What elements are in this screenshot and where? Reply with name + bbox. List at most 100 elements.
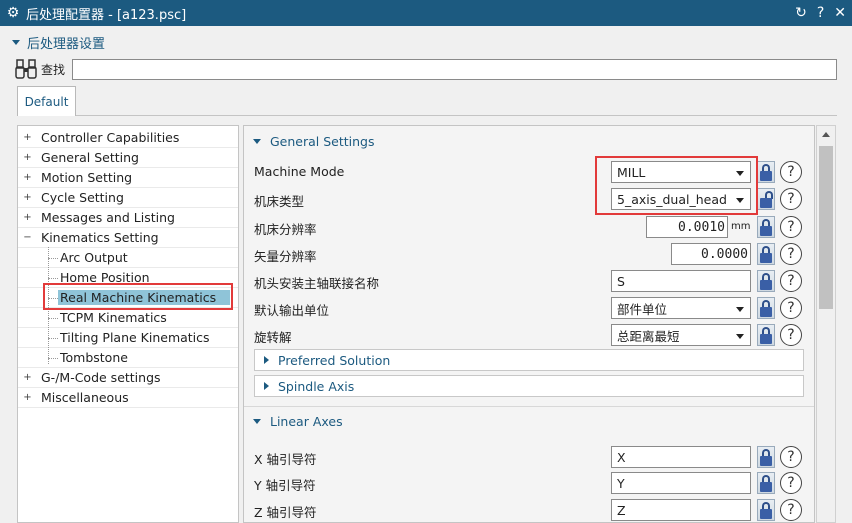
tree-guide-branch: [48, 318, 58, 319]
subgroup-preferred-solution[interactable]: Preferred Solution: [254, 349, 804, 371]
z-axis-leader-input[interactable]: Z: [611, 499, 751, 521]
group-header-linear-axes[interactable]: Linear Axes: [244, 407, 814, 435]
help-icon[interactable]: ?: [780, 243, 802, 265]
lock-icon[interactable]: [757, 270, 775, 292]
tree-item-label: G-/M-Code settings: [41, 370, 161, 385]
default-output-unit-label: 默认输出单位: [254, 303, 330, 318]
tree-item-label: TCPM Kinematics: [60, 310, 167, 325]
default-output-unit-select[interactable]: 部件单位: [611, 297, 751, 319]
group-title: General Settings: [270, 133, 375, 149]
unlock-icon[interactable]: [757, 188, 775, 210]
tree-item-kinematics-setting[interactable]: − Kinematics Setting: [18, 228, 238, 248]
tab-default[interactable]: Default: [17, 86, 76, 116]
help-icon[interactable]: ?: [780, 446, 802, 468]
tree-item-controller-capabilities[interactable]: + Controller Capabilities: [18, 128, 238, 148]
y-axis-leader-label: Y 轴引导符: [254, 478, 316, 493]
help-icon[interactable]: ?: [780, 161, 802, 183]
lock-icon[interactable]: [757, 324, 775, 346]
tree-guide-branch: [48, 278, 58, 279]
tree-item-miscellaneous[interactable]: + Miscellaneous: [18, 388, 238, 408]
tree-guide-branch: [48, 298, 58, 299]
tree-item-label: Controller Capabilities: [41, 130, 180, 145]
tab-divider: [76, 115, 837, 116]
tree-item-messages-and-listing[interactable]: + Messages and Listing: [18, 208, 238, 228]
panel-scrollbar[interactable]: [816, 125, 836, 523]
tree-item-label: Messages and Listing: [41, 210, 175, 225]
expand-icon[interactable]: +: [23, 373, 32, 383]
help-icon[interactable]: ?: [780, 188, 802, 210]
tree-guide-line: [48, 247, 49, 364]
lock-icon[interactable]: [757, 446, 775, 468]
z-axis-leader-label: Z 轴引导符: [254, 505, 317, 520]
machine-type-select[interactable]: 5_axis_dual_head: [611, 188, 751, 210]
tree-item-label: Cycle Setting: [41, 190, 124, 205]
tree-item-label: General Setting: [41, 150, 139, 165]
help-icon[interactable]: ?: [780, 297, 802, 319]
help-icon[interactable]: ?: [780, 270, 802, 292]
group-title: Linear Axes: [270, 413, 343, 429]
expand-icon[interactable]: +: [23, 133, 32, 143]
tree-item-general-setting[interactable]: + General Setting: [18, 148, 238, 168]
window-title: 后处理配置器 - [a123.psc]: [26, 7, 187, 23]
tree-item-label: Kinematics Setting: [41, 230, 159, 245]
search-input[interactable]: [72, 59, 837, 80]
lock-icon[interactable]: [757, 216, 775, 238]
tree-item-label: Miscellaneous: [41, 390, 129, 405]
tree-item-label: Tilting Plane Kinematics: [60, 330, 210, 345]
expand-icon[interactable]: +: [23, 173, 32, 183]
tree-item-cycle-setting[interactable]: + Cycle Setting: [18, 188, 238, 208]
subgroup-title: Spindle Axis: [278, 378, 355, 394]
tree-guide-branch: [48, 258, 58, 259]
rotary-solution-select[interactable]: 总距离最短: [611, 324, 751, 346]
scrollbar-thumb[interactable]: [819, 146, 833, 309]
collapse-icon[interactable]: −: [23, 233, 32, 243]
machine-mode-select[interactable]: MILL: [611, 161, 751, 183]
find-row: 查找: [14, 58, 65, 80]
machine-resolution-input[interactable]: 0.0010: [646, 216, 728, 238]
lock-icon[interactable]: [757, 243, 775, 265]
collapse-triangle-icon: [253, 418, 261, 424]
help-icon[interactable]: ?: [780, 216, 802, 238]
help-icon[interactable]: ?: [780, 472, 802, 494]
expand-triangle-icon: [264, 356, 269, 364]
reset-icon[interactable]: ↻: [795, 5, 807, 21]
tree-item-label: Home Position: [60, 270, 150, 285]
scroll-up-arrow-icon[interactable]: [822, 132, 830, 137]
expand-icon[interactable]: +: [23, 393, 32, 403]
tree-guide-branch: [48, 338, 58, 339]
y-axis-leader-input[interactable]: Y: [611, 472, 751, 494]
subgroup-spindle-axis[interactable]: Spindle Axis: [254, 375, 804, 397]
unit-label: mm: [731, 221, 751, 232]
help-icon[interactable]: ?: [780, 499, 802, 521]
expand-icon[interactable]: +: [23, 213, 32, 223]
binoculars-icon: [14, 58, 40, 80]
settings-panel: General Settings Machine Mode MILL ? 机床类…: [243, 125, 815, 523]
collapse-triangle-icon: [253, 138, 261, 144]
head-spindle-name-label: 机头安装主轴联接名称: [254, 276, 380, 291]
help-icon[interactable]: ?: [817, 5, 824, 21]
lock-icon[interactable]: [757, 161, 775, 183]
tree-item-motion-setting[interactable]: + Motion Setting: [18, 168, 238, 188]
expand-icon[interactable]: +: [23, 153, 32, 163]
vector-resolution-input[interactable]: 0.0000: [671, 243, 751, 265]
expand-triangle-icon: [264, 382, 269, 390]
machine-resolution-label: 机床分辨率: [254, 222, 317, 237]
x-axis-leader-input[interactable]: X: [611, 446, 751, 468]
head-spindle-name-input[interactable]: S: [611, 270, 751, 292]
lock-icon[interactable]: [757, 499, 775, 521]
machine-type-label: 机床类型: [254, 194, 305, 209]
title-bar: ⚙ 后处理配置器 - [a123.psc] ↻ ? ✕: [0, 0, 852, 26]
tree-item-label: Real Machine Kinematics: [58, 290, 230, 305]
tree-item-label: Motion Setting: [41, 170, 133, 185]
settings-tree[interactable]: + Controller Capabilities + General Sett…: [17, 125, 239, 523]
vector-resolution-label: 矢量分辨率: [254, 249, 317, 264]
lock-icon[interactable]: [757, 297, 775, 319]
gear-icon[interactable]: ⚙: [0, 5, 26, 21]
expand-icon[interactable]: +: [23, 193, 32, 203]
group-header-general-settings[interactable]: General Settings: [244, 127, 814, 155]
tree-item-gm-code-settings[interactable]: + G-/M-Code settings: [18, 368, 238, 388]
lock-icon[interactable]: [757, 472, 775, 494]
section-header-postprocessor-settings[interactable]: 后处理器设置: [12, 33, 105, 52]
close-icon[interactable]: ✕: [834, 5, 846, 21]
help-icon[interactable]: ?: [780, 324, 802, 346]
